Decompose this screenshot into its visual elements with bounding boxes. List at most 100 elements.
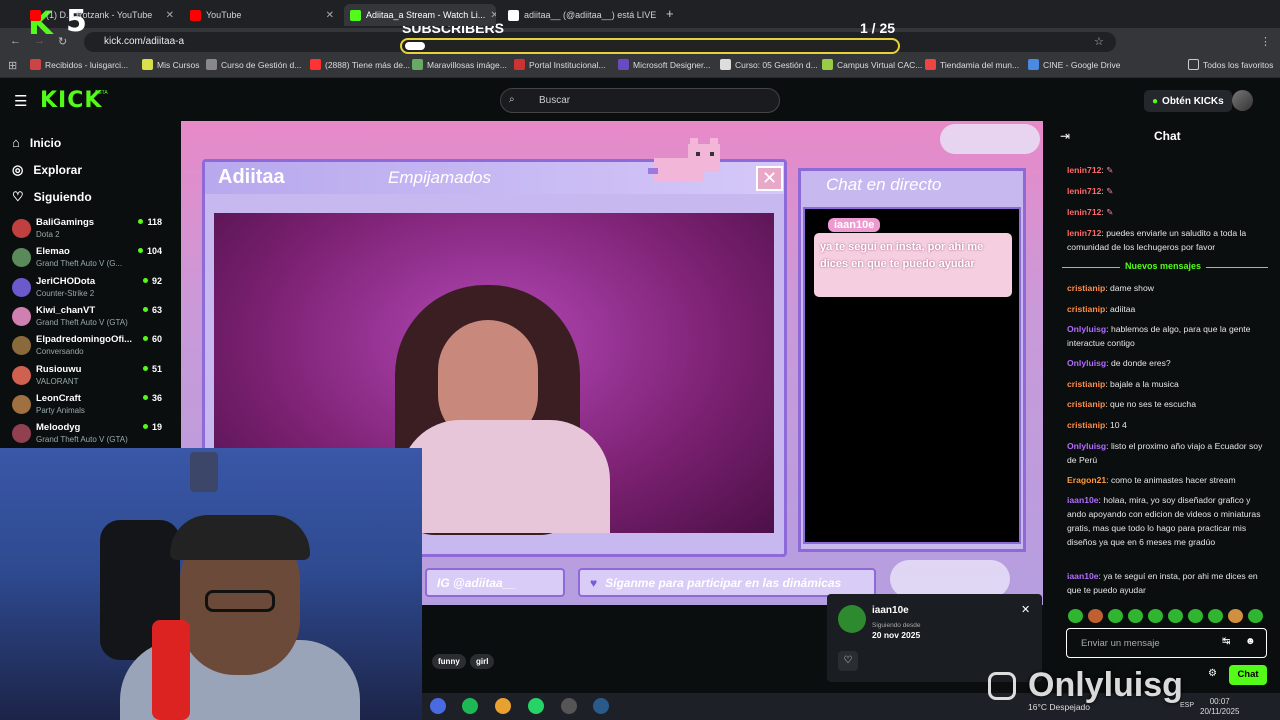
chat-username[interactable]: cristianip (1067, 399, 1105, 409)
get-kicks-button[interactable]: ● Obtén KICKs (1144, 90, 1232, 112)
bookmark-item[interactable]: Maravillosas imáge... (412, 59, 507, 70)
bookmark-item[interactable]: Campus Virtual CAC... (822, 59, 922, 70)
chat-text: como te animastes hacer stream (1110, 475, 1236, 485)
chat-username[interactable]: iaan10e (1067, 495, 1099, 505)
pixel-cloud (890, 560, 1010, 598)
bookmark-item[interactable]: Mis Cursos (142, 59, 200, 70)
kick-logo[interactable]: KICK (40, 88, 102, 113)
sidebar-channel-item[interactable]: JeriCHODota Counter-Strike 2 92 (12, 276, 162, 304)
star-icon[interactable]: ☆ (1094, 35, 1104, 48)
tab-close-icon[interactable]: ✕ (490, 10, 496, 21)
bookmark-label: Microsoft Designer... (633, 59, 711, 70)
emote-icon[interactable] (1108, 609, 1123, 623)
bookmark-item[interactable]: Recibidos - luisgarci... (30, 59, 128, 70)
bookmark-item[interactable]: CINE - Google Drive (1028, 59, 1120, 70)
emote-icon[interactable] (1128, 609, 1143, 623)
bookmark-item[interactable]: Microsoft Designer... (618, 59, 710, 70)
browser-tab[interactable]: (1) D... Rotzank - YouTube ✕ (24, 4, 180, 26)
overlay-ig-pill: IG @adiitaa__ (425, 568, 565, 597)
search-input[interactable]: Buscar (500, 88, 780, 113)
chat-username[interactable]: Onlyluisg (1067, 441, 1106, 451)
sidebar-channel-item[interactable]: ElpadredomingoOfi... Conversando 60 (12, 334, 162, 362)
chat-username[interactable]: cristianip (1067, 304, 1105, 314)
chat-username[interactable]: cristianip (1067, 379, 1105, 389)
emote-icon[interactable] (1228, 609, 1243, 623)
subscribers-goal-fill (405, 42, 425, 50)
chat-message: Onlyluisg: de donde eres? (1067, 356, 1267, 370)
sidebar-channel-item[interactable]: Kiwi_chanVT Grand Theft Auto V (GTA) 63 (12, 305, 162, 333)
obs-icon[interactable] (561, 698, 577, 714)
browser-tab[interactable]: YouTube ✕ (184, 4, 340, 26)
spotify-icon[interactable] (462, 698, 478, 714)
sidebar-channel-item[interactable]: Elemao Grand Theft Auto V (G... 104 (12, 246, 162, 274)
stream-tag[interactable]: girl (470, 654, 495, 669)
webcam-figure-cap (170, 515, 310, 560)
emote-icon[interactable] (1248, 609, 1263, 623)
chat-message-input[interactable]: Enviar un mensaje (1066, 628, 1267, 658)
tab-favicon-icon (30, 9, 41, 21)
emote-icon[interactable] (1208, 609, 1223, 623)
chat-username[interactable]: Eragon21 (1067, 475, 1106, 485)
browser-tab[interactable]: adiitaa__ (@adiitaa__) está LIVE✕ (502, 4, 658, 26)
taskbar-app-icon[interactable] (430, 698, 446, 714)
tab-close-icon[interactable]: ✕ (326, 10, 334, 21)
chat-username[interactable]: cristianip (1067, 283, 1105, 293)
chat-username[interactable]: lenin712 (1067, 186, 1101, 196)
chat-username[interactable]: Onlyluisg (1067, 324, 1106, 334)
sidebar-channel-item[interactable]: BaliGamings Dota 2 118 (12, 217, 162, 245)
menu-dots-icon[interactable]: ⋮ (1260, 35, 1271, 48)
chat-username[interactable]: lenin712 (1067, 165, 1101, 175)
channel-name: JeriCHODota (36, 275, 96, 287)
chat-username[interactable]: cristianip (1067, 420, 1105, 430)
hamburger-menu-icon[interactable]: ☰ (14, 92, 27, 110)
settings-gear-icon[interactable]: ⚙ (1208, 668, 1217, 679)
collapse-chat-icon[interactable]: ⇥ (1060, 129, 1070, 143)
channel-category: Grand Theft Auto V (G... (36, 259, 123, 269)
bookmark-item[interactable]: Curso de Gestión d... (206, 59, 301, 70)
sidebar-channel-item[interactable]: LeonCraft Party Animals 36 (12, 393, 162, 421)
chat-send-button[interactable]: Chat (1229, 665, 1267, 685)
tab-close-icon[interactable]: ✕ (166, 10, 174, 21)
bookmark-item[interactable]: Curso: 05 Gestión d... (720, 59, 818, 70)
taskbar-clock[interactable]: 00:07 20/11/2025 (1200, 697, 1239, 717)
apps-grid-icon[interactable]: ⊞ (8, 59, 17, 72)
chat-message: Eragon21: como te animastes hacer stream (1067, 473, 1267, 487)
bookmark-item[interactable]: Portal Institucional... (514, 59, 606, 70)
browser-tab[interactable]: Adiitaa_a Stream - Watch Li... ✕ (344, 4, 496, 26)
bookmark-favicon-icon (822, 59, 833, 70)
all-bookmarks[interactable]: Todos los favoritos (1188, 59, 1273, 70)
bookmark-favicon-icon (1028, 59, 1039, 70)
emote-icon[interactable] (1068, 609, 1083, 623)
new-tab-icon[interactable]: + (666, 6, 674, 21)
chat-message: iaan10e: holaa, mira, yo soy diseñador g… (1067, 493, 1267, 549)
bookmark-item[interactable]: (2888) Tiene más de... (310, 59, 410, 70)
chrome-icon[interactable] (495, 698, 511, 714)
translate-icon[interactable]: ↹ (1222, 636, 1230, 647)
back-icon[interactable]: ← (10, 35, 21, 47)
close-icon[interactable]: ✕ (1021, 603, 1030, 616)
emote-icon[interactable] (1188, 609, 1203, 623)
sidebar-channel-item[interactable]: Rusiouwu VALORANT 51 (12, 364, 162, 392)
channel-avatar (12, 336, 31, 356)
new-messages-label: Nuevos mensajes (1120, 261, 1207, 271)
chat-username[interactable]: lenin712 (1067, 207, 1101, 217)
chat-username[interactable]: lenin712 (1067, 228, 1101, 238)
stream-tag[interactable]: funny (432, 654, 466, 669)
follow-heart-icon[interactable]: ♡ (838, 651, 858, 671)
channel-viewer-count: 19 (143, 422, 162, 432)
sidebar-nav-siguiendo[interactable]: ♡ Siguiendo (12, 189, 92, 205)
sidebar-channel-item[interactable]: Meloodyg Grand Theft Auto V (GTA) 19 (12, 422, 162, 450)
emoji-icon[interactable]: ☻ (1245, 636, 1256, 647)
emote-icon[interactable] (1148, 609, 1163, 623)
steam-icon[interactable] (593, 698, 609, 714)
sidebar-nav-explorar[interactable]: ◎ Explorar (12, 162, 82, 178)
emote-icon[interactable] (1088, 609, 1103, 623)
chat-username[interactable]: iaan10e (1067, 571, 1099, 581)
whatsapp-icon[interactable] (528, 698, 544, 714)
emote-icon[interactable] (1168, 609, 1183, 623)
channel-category: Dota 2 (36, 230, 60, 239)
bookmark-item[interactable]: Tiendamia del mun... (925, 59, 1019, 70)
user-avatar[interactable] (1232, 90, 1253, 111)
sidebar-nav-inicio[interactable]: ⌂ Inicio (12, 135, 61, 150)
chat-username[interactable]: Onlyluisg (1067, 358, 1106, 368)
